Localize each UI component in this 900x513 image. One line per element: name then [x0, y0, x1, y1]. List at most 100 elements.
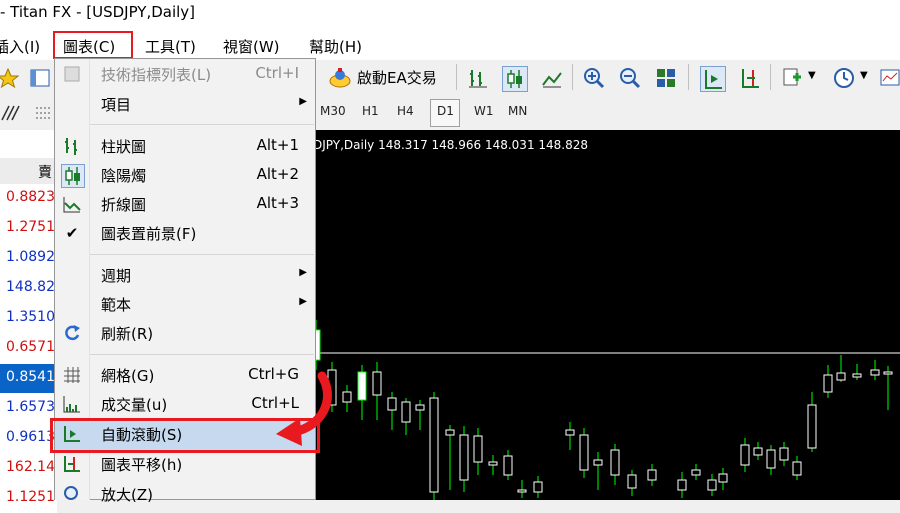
star-icon[interactable]	[0, 66, 20, 90]
tile-windows-icon[interactable]	[654, 66, 678, 90]
zoom-in-icon[interactable]	[582, 66, 606, 90]
timeframe-w1[interactable]: W1	[474, 104, 494, 118]
bid-price: 1.6573	[6, 399, 55, 415]
menu-item-zoom-in[interactable]: 放大(Z)	[55, 479, 315, 509]
candlestick-icon[interactable]	[502, 66, 528, 92]
market-watch-row[interactable]: 1.0892	[0, 244, 57, 273]
candle-body	[387, 397, 397, 411]
market-watch-row[interactable]: 1.1251	[0, 484, 57, 513]
menu-item-label: 折線圖	[101, 196, 147, 214]
zoom-out-icon[interactable]	[618, 66, 642, 90]
market-watch-row[interactable]: 1.2751	[0, 214, 57, 243]
market-watch-row[interactable]: 0.6571	[0, 334, 57, 363]
bid-price: 0.8823	[6, 189, 55, 205]
candle-body	[610, 449, 620, 476]
chart-shift-icon[interactable]	[738, 66, 762, 90]
menu-item-bar-chart[interactable]: 柱狀圖 Alt+1	[55, 131, 315, 161]
candle-body	[503, 455, 513, 476]
expert-advisor-icon[interactable]	[328, 66, 352, 90]
timeframe-h1[interactable]: H1	[362, 104, 379, 118]
line-chart-icon	[61, 193, 83, 215]
add-indicator-icon[interactable]	[780, 66, 804, 90]
menu-separator	[90, 254, 314, 255]
chevron-down-icon[interactable]: ▼	[860, 70, 868, 81]
menu-item-candlesticks[interactable]: 陰陽燭 Alt+2	[55, 160, 315, 190]
timeframe-d1[interactable]: D1	[437, 104, 454, 118]
bar-chart-icon[interactable]	[466, 66, 490, 90]
menu-help[interactable]: 幫助(H)	[309, 36, 362, 57]
bid-price: 1.0892	[6, 249, 55, 265]
menu-bar	[0, 30, 900, 60]
candle-body	[740, 444, 750, 466]
market-watch-row[interactable]: 1.6573	[0, 394, 57, 423]
check-icon: ✔	[65, 224, 79, 242]
market-watch-row[interactable]: 1.3510	[0, 304, 57, 333]
templates-icon[interactable]	[878, 66, 900, 90]
menu-item-label: 放大(Z)	[101, 486, 153, 504]
candle-body	[357, 371, 367, 401]
menu-item-label: 圖表置前景(F)	[101, 225, 197, 243]
market-watch-row[interactable]: 0.8823	[0, 184, 57, 213]
candle-body	[473, 435, 483, 463]
candle-body	[579, 434, 589, 471]
market-watch-row[interactable]: 0.9613	[0, 424, 57, 453]
market-watch-row[interactable]: 148.82	[0, 274, 57, 303]
menu-item-chart-shift[interactable]: 圖表平移(h)	[55, 449, 315, 479]
market-watch-row[interactable]: 0.8541	[0, 364, 57, 393]
candle-body	[401, 401, 411, 423]
title-bar: - Titan FX - [USDJPY,Daily]	[0, 0, 900, 30]
autoscroll-icon[interactable]	[700, 66, 726, 92]
market-watch-row[interactable]: 162.14	[0, 454, 57, 483]
candle-body	[593, 459, 603, 466]
chevron-down-icon[interactable]: ▼	[808, 70, 816, 81]
line-chart-icon[interactable]	[540, 66, 564, 90]
menu-item-shortcut: Alt+1	[256, 136, 299, 154]
menu-item-label: 技術指標列表(L)	[101, 66, 212, 84]
clock-icon[interactable]	[832, 66, 856, 90]
ea-toggle-button[interactable]: 啟動EA交易	[357, 67, 437, 88]
candle-body	[779, 447, 789, 461]
submenu-arrow-icon: ▶	[299, 267, 307, 278]
candle-body	[870, 369, 880, 376]
volume-icon	[61, 393, 83, 415]
menu-item-periodicity[interactable]: 週期 ▶	[55, 260, 315, 290]
bid-price: 1.3510	[6, 309, 55, 325]
menu-tools[interactable]: 工具(T)	[145, 36, 196, 57]
bid-price: 148.82	[6, 279, 55, 295]
timeframe-h4[interactable]: H4	[397, 104, 414, 118]
fibonacci-icon[interactable]	[0, 101, 22, 125]
menu-separator	[90, 124, 314, 125]
grid-icon	[61, 364, 83, 386]
candle-body	[647, 469, 657, 481]
candle-body	[792, 461, 802, 476]
menu-item-label: 成交量(u)	[101, 396, 168, 414]
menu-item-objects[interactable]: 項目 ▶	[55, 89, 315, 119]
menu-item-chart-foreground[interactable]: ✔ 圖表置前景(F)	[55, 218, 315, 248]
menu-chart[interactable]: 圖表(C)	[63, 36, 115, 57]
toolbar-separator	[572, 64, 573, 90]
candle-body	[342, 391, 352, 403]
menu-item-line-chart[interactable]: 折線圖 Alt+3	[55, 189, 315, 219]
bid-price: 162.14	[6, 459, 55, 475]
menu-window[interactable]: 視窗(W)	[223, 36, 280, 57]
candle-body	[488, 461, 498, 466]
toolbar-separator	[688, 64, 689, 90]
timeframe-m30[interactable]: M30	[320, 104, 346, 118]
market-watch-icon[interactable]	[28, 66, 52, 90]
bid-price: 1.1251	[6, 489, 55, 505]
menu-insert[interactable]: 插入(I)	[0, 36, 40, 57]
menu-item-template[interactable]: 範本 ▶	[55, 289, 315, 319]
dotted-lines-icon[interactable]	[32, 101, 56, 125]
price-chart[interactable]	[300, 130, 900, 500]
timeframe-mn[interactable]: MN	[508, 104, 527, 118]
candle-body	[707, 479, 717, 491]
bid-price: 1.2751	[6, 219, 55, 235]
zoom-in-icon	[61, 483, 83, 505]
candle-body	[445, 429, 455, 436]
candle-body	[766, 449, 776, 469]
bar-chart-icon	[61, 135, 83, 157]
menu-item-refresh[interactable]: 刷新(R)	[55, 318, 315, 348]
candle-body	[459, 434, 469, 481]
menu-item-label: 圖表平移(h)	[101, 456, 183, 474]
candle-body	[753, 447, 763, 456]
